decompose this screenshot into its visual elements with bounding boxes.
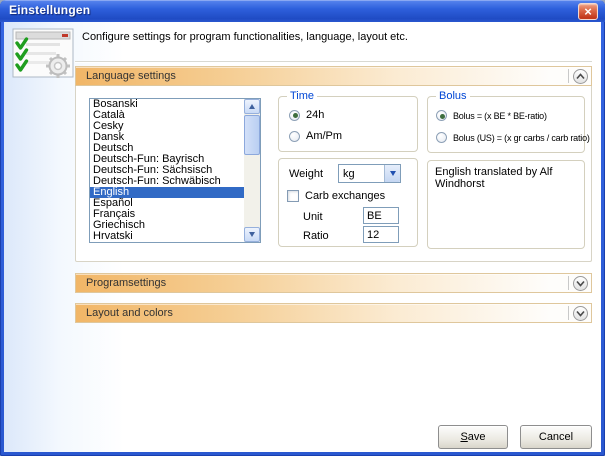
cancel-button[interactable]: Cancel <box>520 425 592 449</box>
separator <box>75 61 592 63</box>
divider <box>568 306 569 320</box>
programsettings-label: Programsettings <box>86 277 166 289</box>
save-button[interactable]: Save <box>438 425 508 449</box>
expand-button[interactable] <box>573 306 588 321</box>
radio-selected-icon <box>289 110 300 121</box>
close-icon: × <box>579 3 597 20</box>
scroll-down-arrow-icon <box>249 232 255 237</box>
unit-label: Unit <box>303 211 323 223</box>
divider <box>568 276 569 290</box>
divider <box>568 69 569 83</box>
weight-unit-value: kg <box>343 168 355 180</box>
radio-bolus-be[interactable]: Bolus = (x BE * BE-ratio) <box>436 110 547 121</box>
bolus-group-label: Bolus <box>436 90 470 102</box>
time-group-label: Time <box>287 90 317 102</box>
chevron-up-icon <box>576 73 585 80</box>
language-list: BosanskiCatalàCeskyDanskDeutschDeutsch-F… <box>90 99 244 242</box>
radio-icon <box>436 132 447 143</box>
translation-info-box: English translated by Alf Windhorst <box>427 160 585 249</box>
bolus-group: Bolus Bolus = (x BE * BE-ratio) Bolus (U… <box>427 96 585 153</box>
chevron-down-icon <box>576 280 585 287</box>
title-bar[interactable]: Einstellungen × <box>0 0 605 22</box>
window-title: Einstellungen <box>9 3 90 17</box>
radio-icon <box>289 131 300 142</box>
carb-exchanges-checkbox[interactable]: Carb exchanges <box>287 190 385 202</box>
radio-24h[interactable]: 24h <box>289 109 324 121</box>
layout-colors-label: Layout and colors <box>86 307 173 319</box>
unit-input[interactable] <box>363 207 399 224</box>
language-settings-panel: BosanskiCatalàCeskyDanskDeutschDeutsch-F… <box>75 86 592 262</box>
dropdown-button[interactable] <box>384 165 400 182</box>
chevron-down-icon <box>576 310 585 317</box>
weight-unit-select[interactable]: kg <box>338 164 401 183</box>
language-list-item[interactable]: Hrvatski <box>90 231 244 242</box>
ratio-input[interactable] <box>363 226 399 243</box>
ratio-label: Ratio <box>303 230 329 242</box>
weight-group: Weight kg Carb exchanges Unit Ratio <box>278 158 418 247</box>
language-listbox: BosanskiCatalàCeskyDanskDeutschDeutsch-F… <box>89 98 261 243</box>
radio-selected-icon <box>436 110 447 121</box>
close-button[interactable]: × <box>578 3 598 20</box>
language-settings-label: Language settings <box>86 70 176 82</box>
checkbox-icon <box>287 190 299 202</box>
settings-checklist-gear-icon <box>12 28 74 78</box>
expand-button[interactable] <box>573 276 588 291</box>
collapse-button[interactable] <box>573 69 588 84</box>
scroll-up-button[interactable] <box>244 99 260 114</box>
translation-text: English translated by Alf Windhorst <box>435 166 552 190</box>
settings-window: Einstellungen × Configure settings for p… <box>0 0 605 456</box>
header-description: Configure settings for program functiona… <box>82 31 582 43</box>
scroll-down-button[interactable] <box>244 227 260 242</box>
language-settings-header[interactable]: Language settings <box>75 66 592 86</box>
weight-label: Weight <box>289 168 323 180</box>
radio-ampm[interactable]: Am/Pm <box>289 130 342 142</box>
radio-bolus-us[interactable]: Bolus (US) = (x gr carbs / carb ratio) <box>436 132 590 143</box>
scrollbar-thumb[interactable] <box>244 115 260 155</box>
scroll-up-arrow-icon <box>249 104 255 109</box>
listbox-scrollbar[interactable] <box>244 99 260 242</box>
programsettings-header[interactable]: Programsettings <box>75 273 592 293</box>
time-group: Time 24h Am/Pm <box>278 96 418 152</box>
layout-colors-header[interactable]: Layout and colors <box>75 303 592 323</box>
dropdown-arrow-icon <box>390 171 396 176</box>
